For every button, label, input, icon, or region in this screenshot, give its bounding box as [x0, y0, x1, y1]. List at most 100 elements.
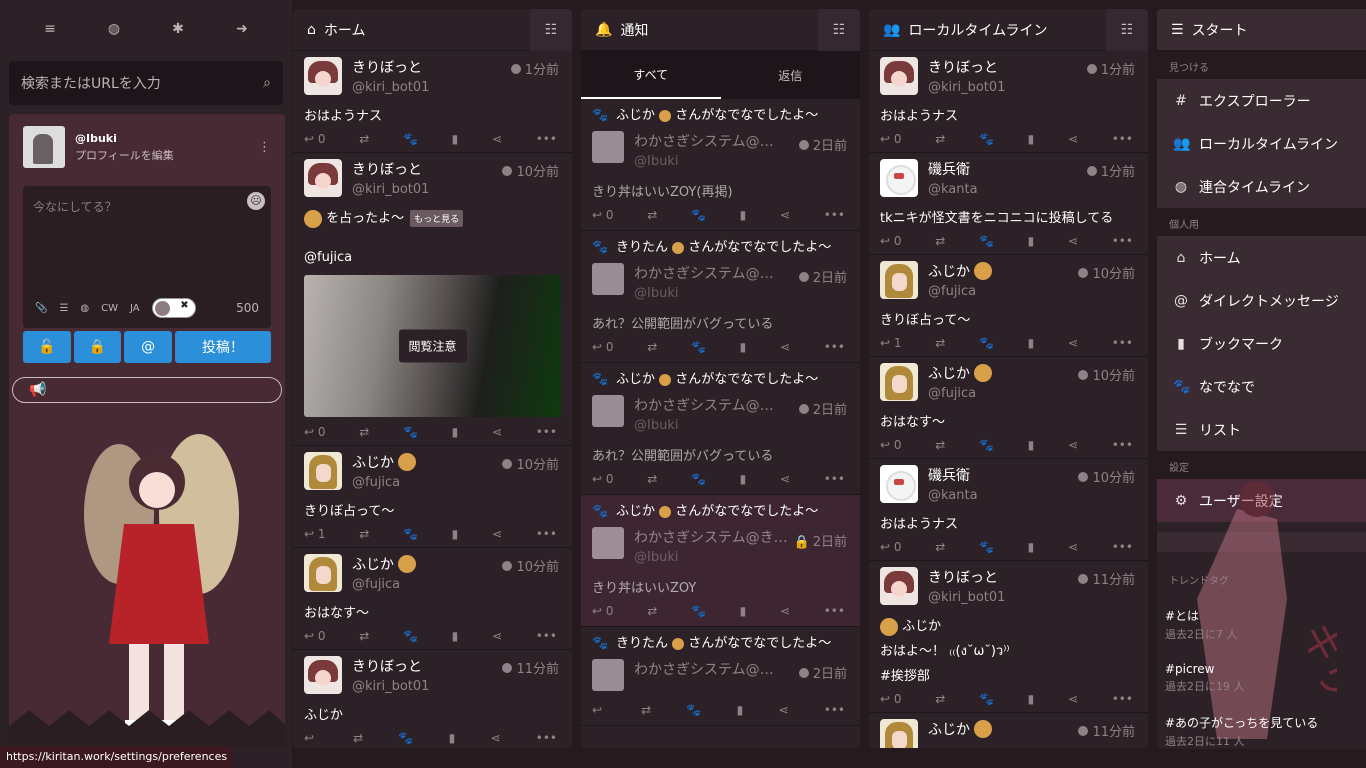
- search-input[interactable]: 検索またはURLを入力 ⌕: [9, 61, 283, 105]
- paw-icon[interactable]: 🐾: [979, 540, 994, 554]
- status-item[interactable]: きりぼっと @kiri_bot01 10分前 を占ったよ〜 もっと見る @fuji…: [293, 153, 572, 446]
- status-item[interactable]: ふじか @fujica 10分前 おはなす〜 ↩ 0 ⇄ 🐾 ▮ ⋖ •••: [293, 548, 572, 650]
- username[interactable]: @Ibuki: [634, 286, 849, 301]
- avatar[interactable]: [592, 659, 624, 691]
- boost-icon[interactable]: ⇄: [935, 234, 945, 248]
- avatar[interactable]: [304, 57, 342, 95]
- trend-tag[interactable]: #あの子がこっちを見ている: [1165, 714, 1355, 731]
- status-item[interactable]: ふじか @fujica 10分前 きりぼ占って〜 ↩ 1 ⇄ 🐾 ▮ ⋖ •••: [869, 255, 1148, 357]
- gear-icon[interactable]: ✱: [166, 21, 190, 37]
- username[interactable]: @kiri_bot01: [352, 80, 561, 95]
- column-settings-icon[interactable]: ☷: [1106, 9, 1148, 51]
- bookmark-icon[interactable]: ▮: [737, 703, 744, 717]
- share-icon[interactable]: ⋖: [1068, 234, 1078, 248]
- status-item[interactable]: きりぼっと @kiri_bot01 11分前 ふじか おはよ〜！ ₍₍(ง˘ω˘…: [869, 561, 1148, 713]
- bookmark-icon[interactable]: ▮: [1028, 336, 1035, 350]
- boost-icon[interactable]: ⇄: [935, 336, 945, 350]
- edit-profile-link[interactable]: プロフィールを編集: [75, 147, 174, 163]
- notifier-name[interactable]: ふじか: [616, 108, 655, 123]
- column-header[interactable]: 👥 ローカルタイムライン ☷: [869, 9, 1148, 51]
- reply-icon[interactable]: ↩ 0: [880, 438, 902, 452]
- hashtag-link[interactable]: #挨拶部: [880, 665, 1137, 684]
- boost-icon[interactable]: ⇄: [935, 692, 945, 706]
- nav-item-local[interactable]: 👥 ローカルタイムライン: [1157, 122, 1366, 165]
- status-item[interactable]: ふじか 11分前 ↩ ⇄ 🐾 ▮ ⋖ •••: [869, 713, 1148, 748]
- timestamp[interactable]: 2日前: [798, 135, 847, 154]
- timestamp[interactable]: 11分前: [502, 658, 559, 677]
- logout-icon[interactable]: ➜: [230, 21, 254, 37]
- bookmark-icon[interactable]: ▮: [740, 208, 747, 222]
- nav-item-nadenade[interactable]: 🐾 なでなで: [1157, 365, 1366, 408]
- share-icon[interactable]: ⋖: [492, 132, 502, 146]
- timestamp[interactable]: 2日前: [798, 399, 847, 418]
- column-header[interactable]: 🔔 通知 ☷: [581, 9, 860, 51]
- emoji-picker-icon[interactable]: ☹: [247, 192, 265, 210]
- share-icon[interactable]: ⋖: [492, 629, 502, 643]
- bookmark-icon[interactable]: ▮: [1028, 692, 1035, 706]
- paw-icon[interactable]: 🐾: [403, 629, 418, 643]
- more-icon[interactable]: ⋮: [258, 140, 271, 155]
- reply-icon[interactable]: ↩ 0: [592, 340, 614, 354]
- username[interactable]: @kanta: [928, 182, 1137, 197]
- paw-icon[interactable]: 🐾: [691, 208, 706, 222]
- nav-item-lists[interactable]: ☰ リスト: [1157, 408, 1366, 451]
- more-icon[interactable]: •••: [536, 731, 557, 745]
- mention-button[interactable]: @: [124, 331, 172, 363]
- paw-icon[interactable]: 🐾: [403, 425, 418, 439]
- boost-icon[interactable]: ⇄: [641, 703, 651, 717]
- paw-icon[interactable]: 🐾: [979, 336, 994, 350]
- more-icon[interactable]: •••: [536, 425, 557, 439]
- post-button[interactable]: 投稿！: [174, 331, 272, 363]
- paw-icon[interactable]: 🐾: [979, 132, 994, 146]
- share-icon[interactable]: ⋖: [780, 472, 790, 486]
- avatar[interactable]: [880, 567, 918, 605]
- more-icon[interactable]: •••: [824, 604, 845, 618]
- paw-icon[interactable]: 🐾: [979, 692, 994, 706]
- timestamp[interactable]: 10分前: [502, 556, 559, 575]
- display-name[interactable]: きりぼっと: [352, 656, 422, 676]
- timestamp[interactable]: 2日前: [798, 663, 847, 682]
- notifier-name[interactable]: ふじか: [616, 504, 655, 519]
- poll-icon[interactable]: ☰: [59, 303, 68, 314]
- username[interactable]: @Ibuki: [634, 550, 849, 565]
- more-icon[interactable]: •••: [1112, 132, 1133, 146]
- paw-icon[interactable]: 🐾: [691, 472, 706, 486]
- reply-icon[interactable]: ↩ 0: [304, 425, 326, 439]
- status-item[interactable]: きりぼっと @kiri_bot01 1分前 おはようナス ↩ 0 ⇄ 🐾 ▮ ⋖…: [869, 51, 1148, 153]
- avatar[interactable]: [304, 553, 342, 592]
- display-name[interactable]: ふじか: [928, 719, 970, 739]
- bookmark-icon[interactable]: ▮: [1028, 540, 1035, 554]
- username[interactable]: @kanta: [928, 488, 1137, 503]
- cw-button[interactable]: CW: [101, 303, 118, 314]
- share-icon[interactable]: ⋖: [1068, 336, 1078, 350]
- avatar[interactable]: [880, 57, 918, 95]
- avatar[interactable]: [304, 655, 342, 694]
- paw-icon[interactable]: 🐾: [403, 132, 418, 146]
- more-icon[interactable]: •••: [824, 472, 845, 486]
- timestamp[interactable]: 1分前: [1086, 161, 1135, 180]
- notification-item[interactable]: 🐾 ふじか さんがなでなでしたよ〜 わかさぎシステム@き… @Ibuki 🔒 2日前 …: [581, 495, 860, 627]
- unlock-button[interactable]: 🔓: [23, 331, 71, 363]
- nav-item-bookmarks[interactable]: ▮ ブックマーク: [1157, 322, 1366, 365]
- reply-icon[interactable]: ↩ 1: [880, 336, 902, 350]
- avatar[interactable]: [880, 261, 918, 299]
- share-icon[interactable]: ⋖: [778, 703, 788, 717]
- display-name[interactable]: ふじか: [352, 452, 394, 472]
- username[interactable]: @fujica: [928, 284, 1137, 299]
- bookmark-icon[interactable]: ▮: [452, 425, 459, 439]
- status-textarea[interactable]: 今なにしてる？ ☹ 📎 ☰ ◍ CW JA 500: [23, 186, 271, 328]
- avatar[interactable]: [592, 131, 624, 163]
- bookmark-icon[interactable]: ▮: [452, 527, 459, 541]
- bookmark-icon[interactable]: ▮: [452, 629, 459, 643]
- tab-all[interactable]: すべて: [581, 51, 721, 99]
- avatar[interactable]: [880, 159, 918, 197]
- reply-icon[interactable]: ↩ 0: [880, 692, 902, 706]
- account-name[interactable]: @Ibuki: [75, 132, 174, 145]
- display-name[interactable]: 磯兵衛: [928, 159, 970, 179]
- boost-icon[interactable]: ⇄: [647, 340, 657, 354]
- attach-icon[interactable]: 📎: [35, 303, 47, 314]
- toggle-switch[interactable]: [151, 298, 196, 318]
- boost-icon[interactable]: ⇄: [359, 425, 369, 439]
- more-icon[interactable]: •••: [1112, 234, 1133, 248]
- share-icon[interactable]: ⋖: [1068, 438, 1078, 452]
